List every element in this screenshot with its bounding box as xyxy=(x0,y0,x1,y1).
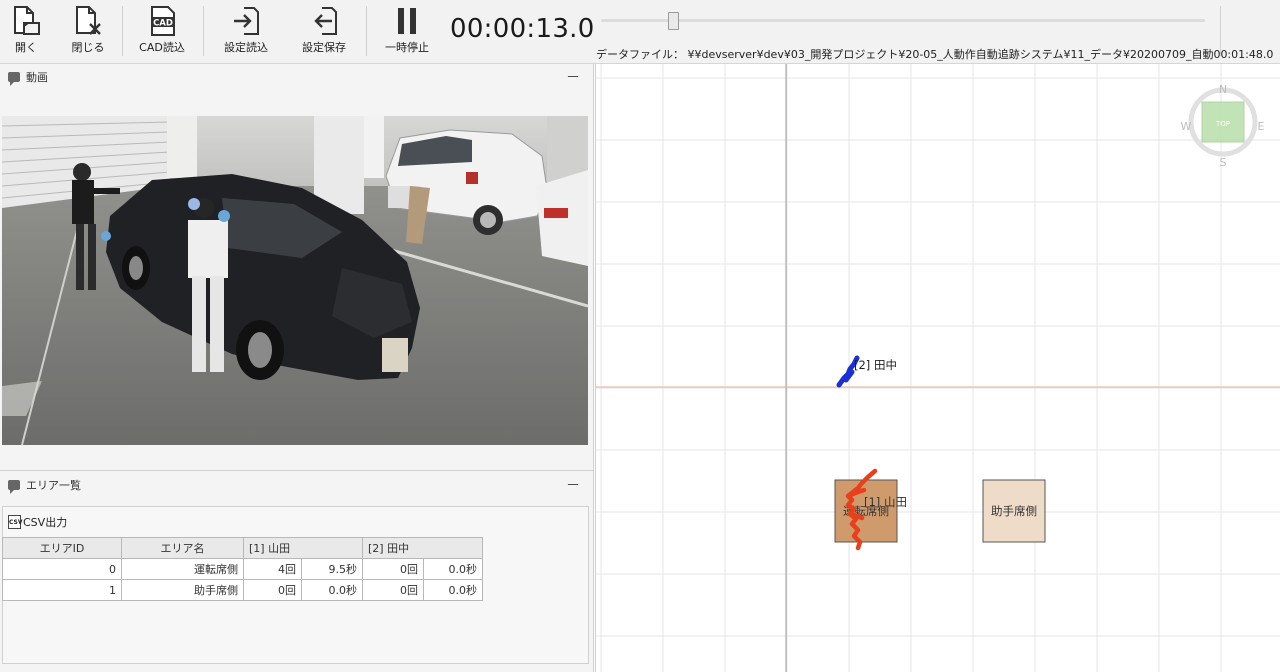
toolbar-separator xyxy=(366,6,367,56)
cad-load-button[interactable]: CAD CAD読込 xyxy=(136,4,188,58)
cell-p2-time: 0.0秒 xyxy=(423,579,483,601)
import-icon xyxy=(228,4,264,38)
compass-west: W xyxy=(1181,120,1192,133)
csv-export-label: CSV出力 xyxy=(23,516,68,529)
area-minimize-button[interactable]: － xyxy=(566,475,580,495)
cad-icon-text: CAD xyxy=(153,19,173,29)
open-button[interactable]: 開く xyxy=(8,4,44,58)
playback-slider-track[interactable] xyxy=(601,19,1205,22)
close-button[interactable]: 閉じる xyxy=(68,4,108,58)
pause-icon xyxy=(389,4,425,38)
map-grid xyxy=(596,64,1280,672)
header-area-name[interactable]: エリア名 xyxy=(121,537,244,559)
cad-load-label: CAD読込 xyxy=(139,41,185,54)
table-row[interactable]: 0 運転席側 4回 9.5秒 0回 0.0秒 xyxy=(2,558,483,580)
cell-p1-count: 0回 xyxy=(243,579,302,601)
export-icon xyxy=(306,4,342,38)
compass-top-label: TOP xyxy=(1215,120,1230,128)
cell-p1-count: 4回 xyxy=(243,558,302,580)
close-file-icon xyxy=(70,4,106,38)
area-table: エリアID エリア名 [1] 山田 [2] 田中 0 運転席側 4回 9.5秒 … xyxy=(2,537,483,601)
header-person-2[interactable]: [2] 田中 xyxy=(362,537,483,559)
toolbar-separator xyxy=(1220,6,1221,56)
compass-icon[interactable]: TOP N S E W xyxy=(1181,83,1265,169)
open-file-icon xyxy=(8,4,44,38)
compass-south: S xyxy=(1220,156,1227,169)
compass-east: E xyxy=(1258,120,1265,133)
cell-p2-count: 0回 xyxy=(362,558,424,580)
csv-file-icon: CSV xyxy=(8,515,22,529)
toolbar-separator xyxy=(122,6,123,56)
pause-button[interactable]: 一時停止 xyxy=(380,4,434,58)
area-panel-title: エリア一覧 xyxy=(26,479,81,492)
area-passenger-label: 助手席側 xyxy=(991,504,1037,518)
area-panel-header: エリア一覧 － xyxy=(0,473,594,497)
cell-area-name: 運転席側 xyxy=(121,558,244,580)
cad-file-icon: CAD xyxy=(144,4,180,38)
playback-timer: 00:00:13.0 xyxy=(450,14,595,44)
cell-area-id: 1 xyxy=(2,579,122,601)
csv-export-button[interactable]: CSV CSV出力 xyxy=(8,514,67,530)
data-file-path: データファイル： ¥¥devserver¥dev¥03_開発プロジェクト¥20-… xyxy=(596,48,1274,61)
save-settings-button[interactable]: 設定保存 xyxy=(298,4,350,58)
parking-garage-image xyxy=(2,116,588,445)
person-yamada-label: [1] 山田 xyxy=(864,495,907,509)
compass-north: N xyxy=(1219,83,1227,96)
tracking-map[interactable]: 運転席側 助手席側 [1] 山田 [2] 田中 TOP N S E W xyxy=(595,64,1280,672)
cell-p1-time: 9.5秒 xyxy=(301,558,363,580)
video-frame xyxy=(2,116,588,445)
load-settings-label: 設定読込 xyxy=(224,41,268,54)
comment-icon xyxy=(8,480,20,494)
comment-icon xyxy=(8,72,20,86)
open-label: 開く xyxy=(15,41,37,54)
cell-area-name: 助手席側 xyxy=(121,579,244,601)
video-panel-title: 動画 xyxy=(26,71,48,84)
table-row[interactable]: 1 助手席側 0回 0.0秒 0回 0.0秒 xyxy=(2,579,483,601)
toolbar: 開く 閉じる CAD CAD読込 設定読込 設定保存 一時停止 00:00:13… xyxy=(0,0,1280,64)
load-settings-button[interactable]: 設定読込 xyxy=(220,4,272,58)
pause-label: 一時停止 xyxy=(385,41,429,54)
map-canvas[interactable]: 運転席側 助手席側 [1] 山田 [2] 田中 TOP N S E W xyxy=(596,64,1280,672)
header-person-1[interactable]: [1] 山田 xyxy=(243,537,363,559)
video-panel-header: 動画 － xyxy=(0,65,594,89)
close-label: 閉じる xyxy=(71,41,105,54)
playback-slider-thumb[interactable] xyxy=(668,12,680,30)
save-settings-label: 設定保存 xyxy=(302,41,346,54)
header-area-id[interactable]: エリアID xyxy=(2,537,122,559)
table-header-row: エリアID エリア名 [1] 山田 [2] 田中 xyxy=(2,537,483,559)
cell-p2-count: 0回 xyxy=(362,579,424,601)
cell-p1-time: 0.0秒 xyxy=(301,579,363,601)
cell-area-id: 0 xyxy=(2,558,122,580)
cell-p2-time: 0.0秒 xyxy=(423,558,483,580)
toolbar-separator xyxy=(203,6,204,56)
video-minimize-button[interactable]: － xyxy=(566,67,580,87)
person-tanaka-label: [2] 田中 xyxy=(854,358,897,372)
